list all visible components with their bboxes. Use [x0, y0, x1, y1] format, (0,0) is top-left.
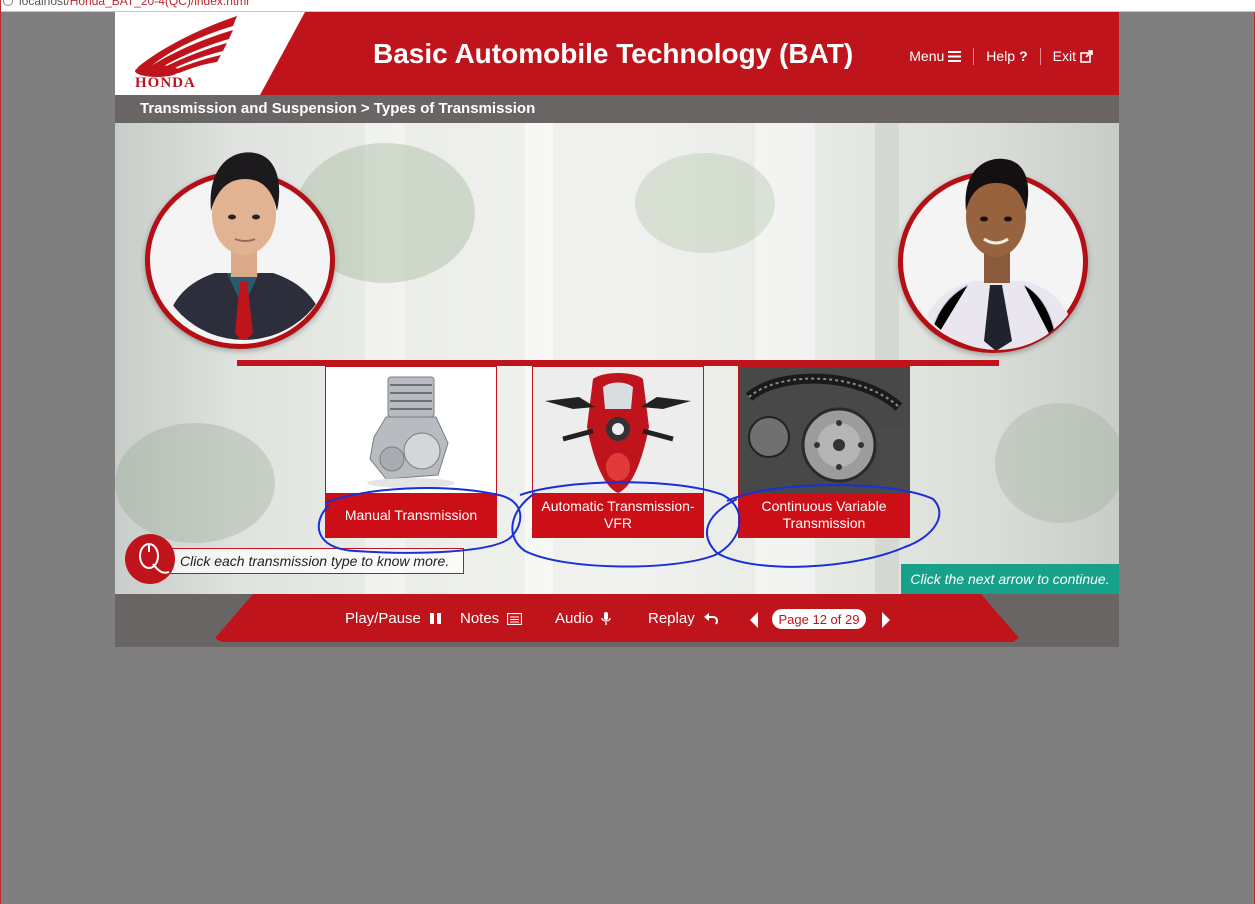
browser-url: localhost/Honda_BAT_20-4(QC)/index.html [19, 0, 249, 8]
continue-note: Click the next arrow to continue. [901, 564, 1119, 594]
microphone-icon [601, 611, 612, 625]
course-header: HONDA Basic Automobile Technology (BAT) … [115, 12, 1119, 95]
background-blur [995, 403, 1119, 523]
notes-icon [507, 612, 523, 625]
background-blur [115, 423, 275, 543]
continuous-variable-transmission-card[interactable]: Continuous Variable Transmission [738, 366, 910, 538]
instruction-text: Click each transmission type to know mor… [180, 553, 450, 569]
site-info-icon[interactable] [3, 0, 13, 6]
presenter-left-image [163, 152, 329, 340]
notes-button[interactable]: Notes [460, 610, 523, 627]
play-pause-label: Play/Pause [345, 610, 421, 627]
exit-button[interactable]: Exit [1041, 48, 1105, 64]
help-button[interactable]: Help ? [974, 48, 1039, 64]
play-pause-button[interactable]: Play/Pause [345, 610, 442, 627]
engine-image [326, 367, 496, 493]
content-stage: Manual Transmission Automatic Transmissi… [115, 123, 1119, 594]
audio-button[interactable]: Audio [555, 610, 612, 627]
question-icon: ? [1019, 48, 1028, 64]
motorcycle-image [533, 367, 703, 493]
manual-transmission-card[interactable]: Manual Transmission [325, 366, 497, 538]
course-title: Basic Automobile Technology (BAT) [373, 38, 854, 69]
help-label: Help [986, 48, 1016, 64]
presenter-right-image [918, 158, 1078, 350]
manual-transmission-label: Manual Transmission [326, 493, 496, 537]
honda-wordmark: HONDA [135, 75, 196, 91]
cvt-belt-image [739, 367, 909, 493]
menu-label: Menu [909, 48, 945, 64]
automatic-transmission-vfr-label: Automatic Transmission-VFR [533, 493, 703, 537]
page-indicator: Page 12 of 29 [772, 609, 866, 629]
pause-icon [429, 613, 441, 624]
breadcrumb-bar: Transmission and Suspension > Types of T… [115, 95, 1119, 123]
replay-button[interactable]: Replay [648, 610, 719, 627]
course-player: HONDA Basic Automobile Technology (BAT) … [115, 12, 1119, 647]
next-page-icon[interactable] [880, 611, 892, 629]
continuous-variable-transmission-label: Continuous Variable Transmission [739, 493, 909, 537]
browser-address-bar[interactable]: localhost/Honda_BAT_20-4(QC)/index.html [1, 0, 1255, 12]
top-navigation: Menu Help ? Exit [897, 46, 1105, 66]
automatic-transmission-vfr-card[interactable]: Automatic Transmission-VFR [532, 366, 704, 538]
previous-page-icon[interactable] [748, 611, 760, 629]
player-controls: Play/Pause Notes Audio Replay Page 12 of… [115, 594, 1119, 647]
breadcrumb: Transmission and Suspension > Types of T… [140, 100, 536, 117]
mouse-click-icon [125, 534, 175, 584]
exit-label: Exit [1052, 48, 1076, 64]
menu-button[interactable]: Menu [897, 48, 973, 64]
hamburger-icon [948, 50, 962, 62]
honda-logo: HONDA [115, 12, 330, 95]
notes-label: Notes [460, 610, 500, 627]
external-link-icon [1080, 49, 1093, 63]
audio-label: Audio [555, 610, 594, 627]
background-blur [635, 153, 775, 253]
replay-label: Replay [648, 610, 695, 627]
replay-icon [703, 613, 718, 625]
